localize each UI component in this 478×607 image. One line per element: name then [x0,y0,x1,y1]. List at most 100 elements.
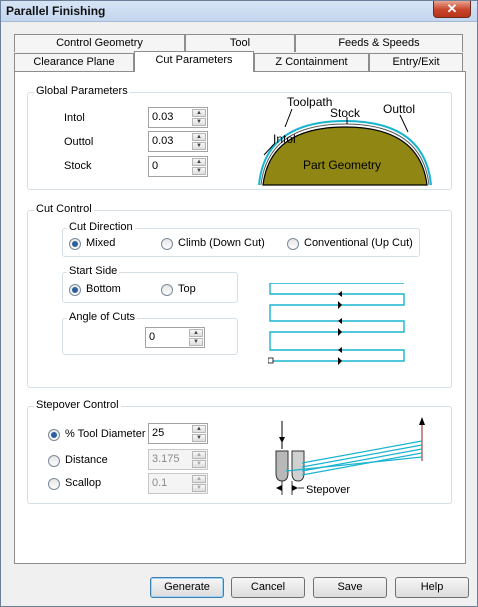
tab-entry-exit[interactable]: Entry/Exit [369,53,463,71]
angle-of-cuts-stepper[interactable]: 0 ▲ ▼ [145,327,205,348]
bottom-radio[interactable] [69,284,81,296]
tool-diameter-value: 25 [152,427,165,439]
down-arrow-icon[interactable]: ▼ [189,338,203,346]
tool-diameter-arrows: ▲ ▼ [192,425,206,442]
tool-right-shape [291,450,305,482]
dialog-window: Parallel Finishing ✕ Control Geometry To… [0,0,478,607]
tab-z-containment[interactable]: Z Containment [254,53,369,71]
start-side-label: Start Side [67,265,120,277]
scallop-radio[interactable] [48,478,60,490]
tab-clearance-plane[interactable]: Clearance Plane [14,53,134,71]
cut-control-label: Cut Control [34,203,94,215]
conventional-label[interactable]: Conventional (Up Cut) [304,237,413,249]
cut-direction-label: Cut Direction [67,221,135,233]
tab-row-back: Control Geometry Tool Feeds & Speeds [14,34,466,52]
up-arrow-icon[interactable]: ▲ [192,133,206,141]
stock-arrows: ▲ ▼ [192,158,206,175]
zigzag-toolpath [269,283,405,362]
climb-radio[interactable] [161,238,173,250]
global-parameters-group: Global Parameters Intol 0.03 ▲ ▼ Outtol … [27,85,452,190]
diagram-outtol-label: Outtol [383,102,415,116]
up-arrow-icon[interactable]: ▲ [192,475,206,483]
stepover-arrow-icon [276,485,282,491]
mixed-label[interactable]: Mixed [86,237,115,249]
intol-arrows: ▲ ▼ [192,109,206,126]
distance-arrows: ▲ ▼ [192,451,206,468]
cut-control-group: Cut Control Cut Direction Mixed Climb (D… [27,203,452,388]
down-arrow-icon[interactable]: ▼ [192,460,206,468]
start-point-marker [268,357,274,364]
down-arrow-icon[interactable]: ▼ [192,167,206,175]
stepover-control-group: Stepover Control % Tool Diameter 25 ▲ ▼ … [27,399,452,504]
scallop-value: 0.1 [152,477,168,489]
top-label[interactable]: Top [178,283,196,295]
distance-label[interactable]: Distance [65,454,108,466]
intol-value: 0.03 [152,111,174,123]
down-arrow-icon[interactable]: ▼ [192,142,206,150]
stepover-control-label: Stepover Control [34,399,121,411]
scallop-stepper[interactable]: 0.1 ▲ ▼ [148,473,208,494]
start-side-group: Start Side Bottom Top [62,265,238,303]
bottom-label[interactable]: Bottom [86,283,121,295]
save-button[interactable]: Save [313,577,387,598]
climb-label[interactable]: Climb (Down Cut) [178,237,265,249]
intol-label: Intol [64,112,85,124]
direction-arrow-icon [338,318,342,324]
stepover-arrow-icon [292,485,298,491]
down-arrow-icon[interactable]: ▼ [192,118,206,126]
angle-of-cuts-value: 0 [149,331,156,343]
distance-radio[interactable] [48,455,60,467]
tool-diameter-radio[interactable] [48,429,60,441]
up-arrow-icon[interactable]: ▲ [192,109,206,117]
tool-left-shape [275,450,289,482]
distance-stepper[interactable]: 3.175 ▲ ▼ [148,449,208,470]
up-arrow-icon[interactable]: ▲ [192,451,206,459]
down-arrow-icon[interactable]: ▼ [192,434,206,442]
up-arrow-icon[interactable]: ▲ [192,425,206,433]
scallop-label[interactable]: Scallop [65,477,101,489]
direction-arrow-icon [338,328,342,336]
outtol-stepper[interactable]: 0.03 ▲ ▼ [148,131,208,152]
cut-pattern-diagram [268,283,405,365]
distance-value: 3.175 [152,453,180,465]
intol-stepper[interactable]: 0.03 ▲ ▼ [148,107,208,128]
angle-of-cuts-label: Angle of Cuts [67,311,138,323]
stock-label: Stock [64,160,92,172]
tool-diameter-label[interactable]: % Tool Diameter [65,428,146,440]
tab-tool[interactable]: Tool [185,34,295,52]
help-button[interactable]: Help [395,577,469,598]
direction-arrow-icon [338,301,342,309]
retract-arrow-icon [419,417,425,425]
up-arrow-icon[interactable]: ▲ [192,158,206,166]
tab-row-front: Clearance Plane Cut Parameters Z Contain… [14,51,466,72]
outtol-label: Outtol [64,136,94,148]
cut-direction-group: Cut Direction Mixed Climb (Down Cut) Con… [62,221,420,257]
generate-button[interactable]: Generate [150,577,224,598]
close-button[interactable]: ✕ [433,1,471,18]
direction-arrow-icon [338,347,342,353]
top-radio[interactable] [161,284,173,296]
outtol-arrows: ▲ ▼ [192,133,206,150]
up-arrow-icon[interactable]: ▲ [189,329,203,337]
tab-control-geometry[interactable]: Control Geometry [14,34,185,52]
direction-arrow-icon [338,291,342,297]
tab-cut-parameters[interactable]: Cut Parameters [134,51,254,72]
scallop-arrows: ▲ ▼ [192,475,206,492]
window-title: Parallel Finishing [6,4,106,18]
diagram-toolpath-label: Toolpath [287,97,332,109]
angle-arrows: ▲ ▼ [189,329,203,346]
cancel-button[interactable]: Cancel [231,577,305,598]
cut-parameters-panel: Global Parameters Intol 0.03 ▲ ▼ Outtol … [14,71,466,564]
conventional-radio[interactable] [287,238,299,250]
outtol-pointer [399,114,409,133]
stock-value: 0 [152,160,159,172]
stock-stepper[interactable]: 0 ▲ ▼ [148,156,208,177]
diagram-intol-label: Intol [273,132,296,146]
tab-feeds-speeds[interactable]: Feeds & Speeds [295,34,463,52]
pass-line [285,456,423,472]
mixed-radio[interactable] [69,238,81,250]
stepover-diagram-label: Stepover [306,484,350,496]
plunge-arrow-icon [279,437,285,443]
tool-diameter-stepper[interactable]: 25 ▲ ▼ [148,423,208,444]
down-arrow-icon[interactable]: ▼ [192,484,206,492]
